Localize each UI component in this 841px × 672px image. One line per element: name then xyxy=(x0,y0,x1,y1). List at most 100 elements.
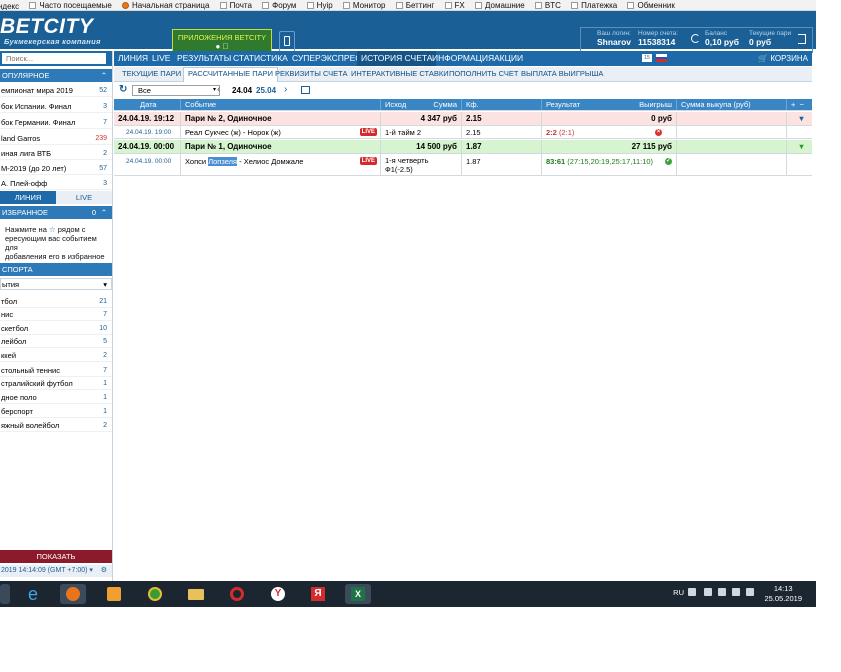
gear-icon[interactable]: ⚙ xyxy=(101,565,107,577)
sport-item[interactable]: нис 7 xyxy=(0,308,112,321)
chrome-icon[interactable] xyxy=(142,584,168,604)
bet-row[interactable]: 24.04.19. 19:12 Пари № 2, Одиночное 4 34… xyxy=(114,112,812,126)
show-button[interactable]: ПОКАЗАТЬ xyxy=(0,550,112,563)
chevron-up-icon[interactable]: ⌃ xyxy=(101,69,107,82)
collapse-all-button[interactable]: − xyxy=(800,100,804,109)
bookmark-item[interactable]: Часто посещаемые xyxy=(29,0,112,10)
bet-filter-select[interactable]: Все ▾ xyxy=(132,85,220,96)
subtab-interactive-bets[interactable]: ИНТЕРАКТИВНЫЕ СТАВКИ xyxy=(347,68,453,80)
network-icon[interactable] xyxy=(718,588,726,596)
bookmark-item[interactable]: Нуip xyxy=(306,0,333,10)
bookmark-item[interactable]: Обменник xyxy=(627,0,675,10)
explorer-icon[interactable] xyxy=(183,584,209,604)
subtab-deposit[interactable]: ПОПОЛНИТЬ СЧЕТ xyxy=(445,68,522,80)
sport-item[interactable]: стольный теннис 7 xyxy=(0,364,112,377)
bookmark-item[interactable]: FX xyxy=(444,0,465,10)
popular-item[interactable]: А. Плей-офф 3 xyxy=(0,177,112,190)
bookmark-item[interactable]: BTC xyxy=(534,0,561,10)
nav-account-history[interactable]: ИСТОРИЯ СЧЕТА xyxy=(357,51,437,66)
tray-arrow-icon[interactable] xyxy=(688,588,696,596)
mobile-version-button[interactable] xyxy=(279,31,295,52)
event-name[interactable]: Хопси Лопзеля - Хелиос Домжале LIVE xyxy=(181,154,381,175)
bookmark-item[interactable]: Форум xyxy=(262,0,296,10)
excel-icon[interactable]: X xyxy=(345,584,371,604)
favorites-header[interactable]: ИЗБРАННОЕ 0 ⌃ xyxy=(0,206,112,219)
volume-icon[interactable] xyxy=(704,588,712,596)
popular-item[interactable]: емпионат мира 2019 52 xyxy=(0,84,112,97)
cart-button[interactable]: 🛒 КОРЗИНА xyxy=(758,51,808,66)
chevron-up-icon[interactable]: ⌃ xyxy=(101,206,107,219)
popular-item[interactable]: land Garros 239 xyxy=(0,132,112,145)
sport-item[interactable]: лейбол 5 xyxy=(0,335,112,348)
popular-header[interactable]: ОПУЛЯРНОЕ ⌃ xyxy=(0,69,112,82)
popular-item[interactable]: бок Германии. Финал 7 xyxy=(0,116,112,129)
yandex-browser-icon[interactable]: Y xyxy=(265,584,291,604)
date-from[interactable]: 24.04 xyxy=(232,86,252,95)
event-date: 24.04.19. 19:00 xyxy=(114,126,181,138)
sport-item[interactable]: берспорт 1 xyxy=(0,405,112,418)
event-name[interactable]: Реал Сукчес (ж) - Норок (ж) LIVE xyxy=(181,126,381,138)
sport-item[interactable]: яжный волейбол 2 xyxy=(0,419,112,432)
sport-item[interactable]: скетбол 10 xyxy=(0,322,112,335)
nav-line[interactable]: ЛИНИЯ xyxy=(114,51,152,66)
bookmark-item[interactable]: Платежка xyxy=(571,0,617,10)
cart-icon: 🛒 xyxy=(758,54,769,63)
sport-item[interactable]: дное поло 1 xyxy=(0,391,112,404)
start-button[interactable] xyxy=(0,584,10,604)
betcity-logo[interactable]: BETCITY xyxy=(0,15,93,38)
expand-all-button[interactable]: + xyxy=(791,100,795,109)
russian-flag-icon[interactable] xyxy=(656,54,667,62)
popular-item[interactable]: бок Испании. Финал 3 xyxy=(0,100,112,113)
popular-item[interactable]: иная лига ВТБ 2 xyxy=(0,147,112,160)
col-coef: Кф. xyxy=(462,99,542,110)
system-clock[interactable]: 14:13 25.05.2019 xyxy=(764,584,802,604)
calendar-icon[interactable] xyxy=(301,86,310,94)
opera-icon[interactable] xyxy=(224,584,250,604)
bookmark-item[interactable]: ндекс xyxy=(0,1,19,11)
bookmark-item[interactable]: Почта xyxy=(219,0,252,10)
search-input[interactable] xyxy=(2,53,106,64)
sport-item[interactable]: стралийский футбол 1 xyxy=(0,377,112,390)
wifi-icon[interactable] xyxy=(732,588,740,596)
next-date-arrow[interactable]: › xyxy=(284,84,287,95)
prev-date-arrow[interactable]: ‹ xyxy=(217,84,220,95)
date-to[interactable]: 25.04 xyxy=(256,86,276,95)
bookmark-item[interactable]: Домашние xyxy=(475,0,525,10)
bet-row[interactable]: 24.04.19. 00:00 Пари № 1, Одиночное 14 5… xyxy=(114,140,812,154)
subtab-settled-bets[interactable]: РАССЧИТАННЫЕ ПАРИ xyxy=(183,67,278,82)
timezone-selector[interactable]: 2019 14:14:09 (GMT +7:00) ▾ ⚙ xyxy=(0,565,112,577)
notifications-icon[interactable] xyxy=(746,588,754,596)
apps-button[interactable]: ПРИЛОЖЕНИЯ BETCITY ●  xyxy=(172,29,272,52)
nav-statistics[interactable]: СТАТИСТИКА xyxy=(229,51,292,66)
bookmark-item[interactable]: Монитор xyxy=(342,0,385,10)
chevron-down-icon[interactable]: ▾ xyxy=(787,112,812,125)
tab-live[interactable]: LIVE xyxy=(56,191,112,204)
sport-item[interactable]: тбол 21 xyxy=(0,295,112,308)
nav-live[interactable]: LIVE xyxy=(148,51,174,66)
bookmark-item[interactable]: Беттинг xyxy=(395,0,434,10)
sport-select[interactable]: ытия ▾ xyxy=(0,278,112,290)
nav-results[interactable]: РЕЗУЛЬТАТЫ xyxy=(173,51,235,66)
bookmark-item[interactable]: Начальная страница xyxy=(122,0,209,10)
subtab-account-details[interactable]: РЕКВИЗИТЫ СЧЕТА xyxy=(271,68,352,80)
nav-promotions[interactable]: АКЦИИ xyxy=(490,51,527,66)
expand-collapse-all[interactable]: + − xyxy=(787,99,812,110)
sport-item[interactable]: ккей 2 xyxy=(0,349,112,362)
refresh-icon[interactable]: ↻ xyxy=(119,84,127,95)
android-apple-icon: ●  xyxy=(215,42,228,51)
language-indicator[interactable]: RU xyxy=(673,588,684,597)
ie-icon[interactable]: e xyxy=(20,584,46,604)
popular-item[interactable]: М-2019 (до 20 лет) 57 xyxy=(0,162,112,175)
subtab-withdrawal[interactable]: ВЫПЛАТА ВЫИГРЫША xyxy=(517,68,607,80)
yandex-icon[interactable]: Я xyxy=(305,584,331,604)
nav-information[interactable]: ИНФОРМАЦИЯ xyxy=(428,51,498,66)
chevron-down-icon[interactable]: ▾ xyxy=(787,140,812,153)
subtab-current-bets[interactable]: ТЕКУЩИЕ ПАРИ xyxy=(118,68,185,80)
refresh-balance-icon[interactable] xyxy=(691,34,700,43)
language-number[interactable]: 15 xyxy=(642,54,652,62)
clock-date: 25.05.2019 xyxy=(764,594,802,603)
logout-icon[interactable] xyxy=(798,34,806,44)
media-player-icon[interactable] xyxy=(101,584,127,604)
tab-line[interactable]: ЛИНИЯ xyxy=(0,191,56,204)
firefox-taskbar-button[interactable] xyxy=(60,584,86,604)
